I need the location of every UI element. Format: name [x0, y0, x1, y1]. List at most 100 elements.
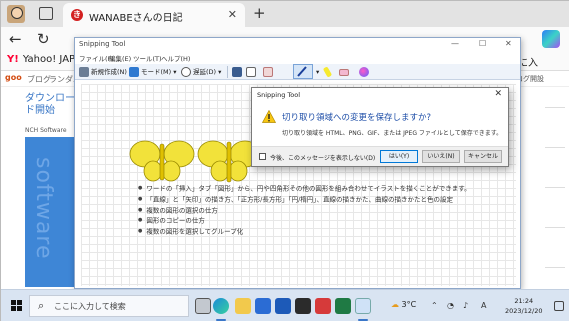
browser-tab-bar: き WANABEさんの日記 ✕ + — [1, 1, 569, 27]
weather-cloud-icon: ☁ — [391, 300, 399, 309]
no-button[interactable]: いいえ(N) — [422, 150, 460, 163]
new-tab-button[interactable]: + — [253, 4, 266, 22]
mode-label: モード(M) — [141, 68, 172, 76]
eraser-button[interactable] — [339, 66, 351, 78]
software-banner-text: software — [31, 157, 56, 260]
network-icon[interactable]: ◔ — [447, 301, 454, 310]
weather-widget[interactable]: ☁ 3°C — [391, 300, 416, 309]
clock-date: 2023/12/20 — [505, 307, 543, 315]
tab-actions-icon[interactable] — [39, 7, 53, 20]
save-changes-dialog: Snipping Tool ✕ 切り取り領域への変更を保存しますか? 切り取り領… — [251, 87, 509, 167]
yes-button[interactable]: はい(Y) — [380, 150, 418, 163]
eraser-icon — [339, 68, 349, 76]
dont-show-again-label[interactable]: 今後、このメッセージを表示しない(D) — [270, 153, 375, 162]
download-title[interactable]: ダウンロード開始 — [25, 93, 75, 117]
copy-icon — [246, 67, 256, 77]
snipping-tool-titlebar[interactable]: Snipping Tool — ☐ ✕ — [75, 38, 520, 52]
menu-edit[interactable]: 編集(E) — [109, 53, 131, 63]
tab-wanabe-diary[interactable]: き WANABEさんの日記 ✕ — [63, 3, 245, 27]
word-icon[interactable] — [275, 298, 291, 314]
window-close-icon[interactable]: ✕ — [505, 39, 512, 48]
pen-tool-button[interactable] — [293, 64, 313, 79]
save-icon — [232, 67, 242, 77]
bullet-item: 複数の図形を選択してグループ化 — [138, 226, 518, 237]
bullet-item: 図形のコピーの仕方 — [138, 215, 518, 226]
bullet-item: ワードの「挿入」タブ「図形」から、円や四角形その他の図形を組み合わせてイラストを… — [138, 183, 518, 194]
favorite-right-label[interactable]: に入 — [518, 54, 538, 69]
bullet-item: 「直線」と「矢印」の描き方、「正方形/長方形」「円/楕円」、直線の描きかた、曲線… — [138, 194, 518, 205]
tab-close-icon[interactable]: ✕ — [228, 8, 237, 21]
system-clock[interactable]: 21:24 2023/12/20 — [505, 296, 542, 316]
new-snip-button[interactable]: 新規作成(N) — [79, 66, 127, 78]
edge-taskbar-icon[interactable] — [213, 298, 229, 314]
scissors-icon — [79, 67, 89, 77]
task-view-icon[interactable] — [195, 298, 211, 314]
screen: き WANABEさんの日記 ✕ + ← ↻ Y! Yahoo! JAPAN に入 … — [0, 0, 569, 321]
bullet-list: ワードの「挿入」タブ「図形」から、円や四角形その他の図形を組み合わせてイラストを… — [138, 183, 518, 237]
page-right-panel — [521, 87, 569, 289]
highlighter-button[interactable] — [322, 66, 333, 78]
new-snip-label: 新規作成(N) — [91, 68, 127, 76]
save-snip-button[interactable] — [232, 66, 244, 78]
mode-button[interactable]: モード(M) ▾ — [129, 66, 177, 78]
windows-taskbar: ⌕ ここに入力して検索 ☁ 3°C ⌃ ◔ ♪ A 21:24 2023/12/… — [1, 289, 569, 321]
mail-icon[interactable] — [255, 298, 271, 314]
profile-avatar[interactable] — [7, 5, 25, 23]
tray-chevron-icon[interactable]: ⌃ — [431, 301, 438, 310]
menu-bar: ファイル(F) 編集(E) ツール(T) ヘルプ(H) — [75, 52, 520, 64]
volume-icon[interactable]: ♪ — [463, 301, 468, 310]
clock-time: 21:24 — [514, 297, 534, 305]
pen-icon — [297, 66, 307, 77]
excel-icon[interactable] — [335, 298, 351, 314]
store-icon[interactable] — [295, 298, 311, 314]
minimize-icon[interactable]: — — [451, 39, 459, 48]
dialog-heading: 切り取り領域への変更を保存しますか? — [282, 113, 432, 123]
notification-icon[interactable] — [554, 301, 564, 311]
ime-icon[interactable]: A — [481, 301, 486, 310]
delay-button[interactable]: 遅延(D) ▾ — [181, 66, 221, 78]
snipping-tool-taskbar-icon[interactable] — [355, 298, 371, 314]
cancel-button[interactable]: キャンセル — [464, 150, 502, 163]
dialog-footer: 今後、このメッセージを表示しない(D) はい(Y) いいえ(N) キャンセル — [252, 146, 508, 166]
nch-software-label: NCH Software — [25, 127, 67, 134]
highlighter-icon — [322, 66, 333, 78]
warning-icon — [262, 110, 276, 123]
powerpoint-icon[interactable] — [315, 298, 331, 314]
dialog-message: 切り取り領域を HTML、PNG、GIF、または JPEG ファイルとして保存で… — [282, 130, 503, 137]
windows-start-icon[interactable] — [11, 300, 23, 312]
search-icon: ⌕ — [38, 299, 45, 312]
site-favicon-icon: き — [71, 9, 83, 21]
bullet-item: 複数の図形の選択の仕方 — [138, 205, 518, 216]
goo-logo[interactable]: goo — [5, 73, 22, 82]
file-explorer-icon[interactable] — [235, 298, 251, 314]
yahoo-logo-icon: Y! — [7, 54, 19, 65]
clock-icon — [181, 67, 191, 77]
dont-show-again-checkbox[interactable] — [259, 153, 266, 160]
weather-temp: 3°C — [401, 300, 417, 309]
dialog-close-icon[interactable]: ✕ — [494, 89, 502, 99]
paint3d-icon — [359, 67, 369, 77]
paint3d-button[interactable] — [359, 66, 371, 78]
dialog-titlebar[interactable]: Snipping Tool ✕ — [252, 88, 508, 102]
delay-label: 遅延(D) — [193, 68, 217, 76]
tab-title: WANABEさんの日記 — [89, 13, 183, 24]
snipping-tool-title: Snipping Tool — [79, 40, 126, 48]
taskbar-search-placeholder: ここに入力して検索 — [54, 302, 126, 311]
send-button[interactable] — [263, 66, 275, 78]
menu-tools[interactable]: ツール(T) — [133, 53, 162, 63]
menu-help[interactable]: ヘルプ(H) — [161, 53, 190, 63]
sub-item-blog[interactable]: ブログ — [27, 74, 51, 85]
mode-icon — [129, 67, 139, 77]
taskbar-search-box[interactable]: ⌕ ここに入力して検索 — [29, 295, 189, 317]
copy-button[interactable] — [246, 66, 258, 78]
maximize-icon[interactable]: ☐ — [479, 39, 486, 48]
dialog-title: Snipping Tool — [257, 91, 301, 99]
back-arrow-icon[interactable]: ← — [9, 30, 22, 48]
page-left-panel: ダウンロード開始 NCH Software software — [1, 87, 75, 289]
snipping-toolbar: 新規作成(N) モード(M) ▾ 遅延(D) ▾ ▾ — [75, 64, 520, 80]
pen-dropdown-icon[interactable]: ▾ — [316, 66, 319, 78]
copilot-icon[interactable] — [542, 30, 560, 48]
send-icon — [263, 67, 273, 77]
butterfly-1 — [129, 140, 195, 182]
refresh-icon[interactable]: ↻ — [37, 30, 50, 48]
